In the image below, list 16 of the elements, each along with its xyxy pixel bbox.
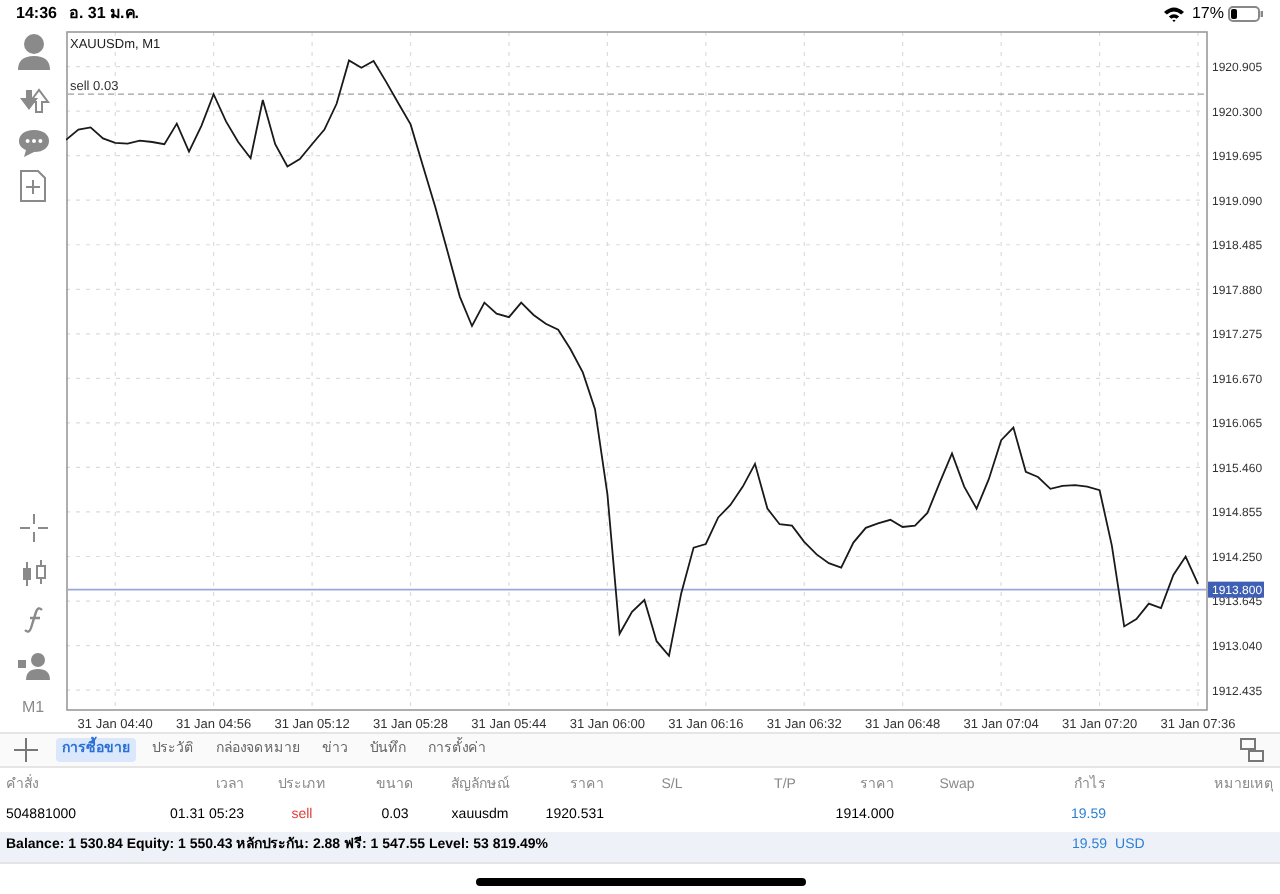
wifi-icon xyxy=(1163,6,1184,22)
battery-percent: 17% xyxy=(1191,2,1224,26)
account-icon[interactable] xyxy=(15,32,51,72)
new-document-icon[interactable] xyxy=(20,170,46,202)
clock-time: 14:36 xyxy=(16,2,57,26)
add-icon[interactable] xyxy=(14,738,38,762)
crosshair-icon[interactable] xyxy=(19,514,47,542)
function-icon[interactable] xyxy=(21,606,45,634)
timeframe-button[interactable]: M1 xyxy=(21,696,45,720)
trade-arrows-icon[interactable] xyxy=(17,84,49,116)
chat-icon[interactable] xyxy=(17,128,49,158)
layout-icon[interactable] xyxy=(1240,738,1264,762)
people-icon[interactable] xyxy=(17,652,49,680)
status-date: อ. 31 ม.ค. xyxy=(68,2,139,26)
candlestick-icon[interactable] xyxy=(19,560,47,588)
battery-icon xyxy=(1228,6,1264,22)
